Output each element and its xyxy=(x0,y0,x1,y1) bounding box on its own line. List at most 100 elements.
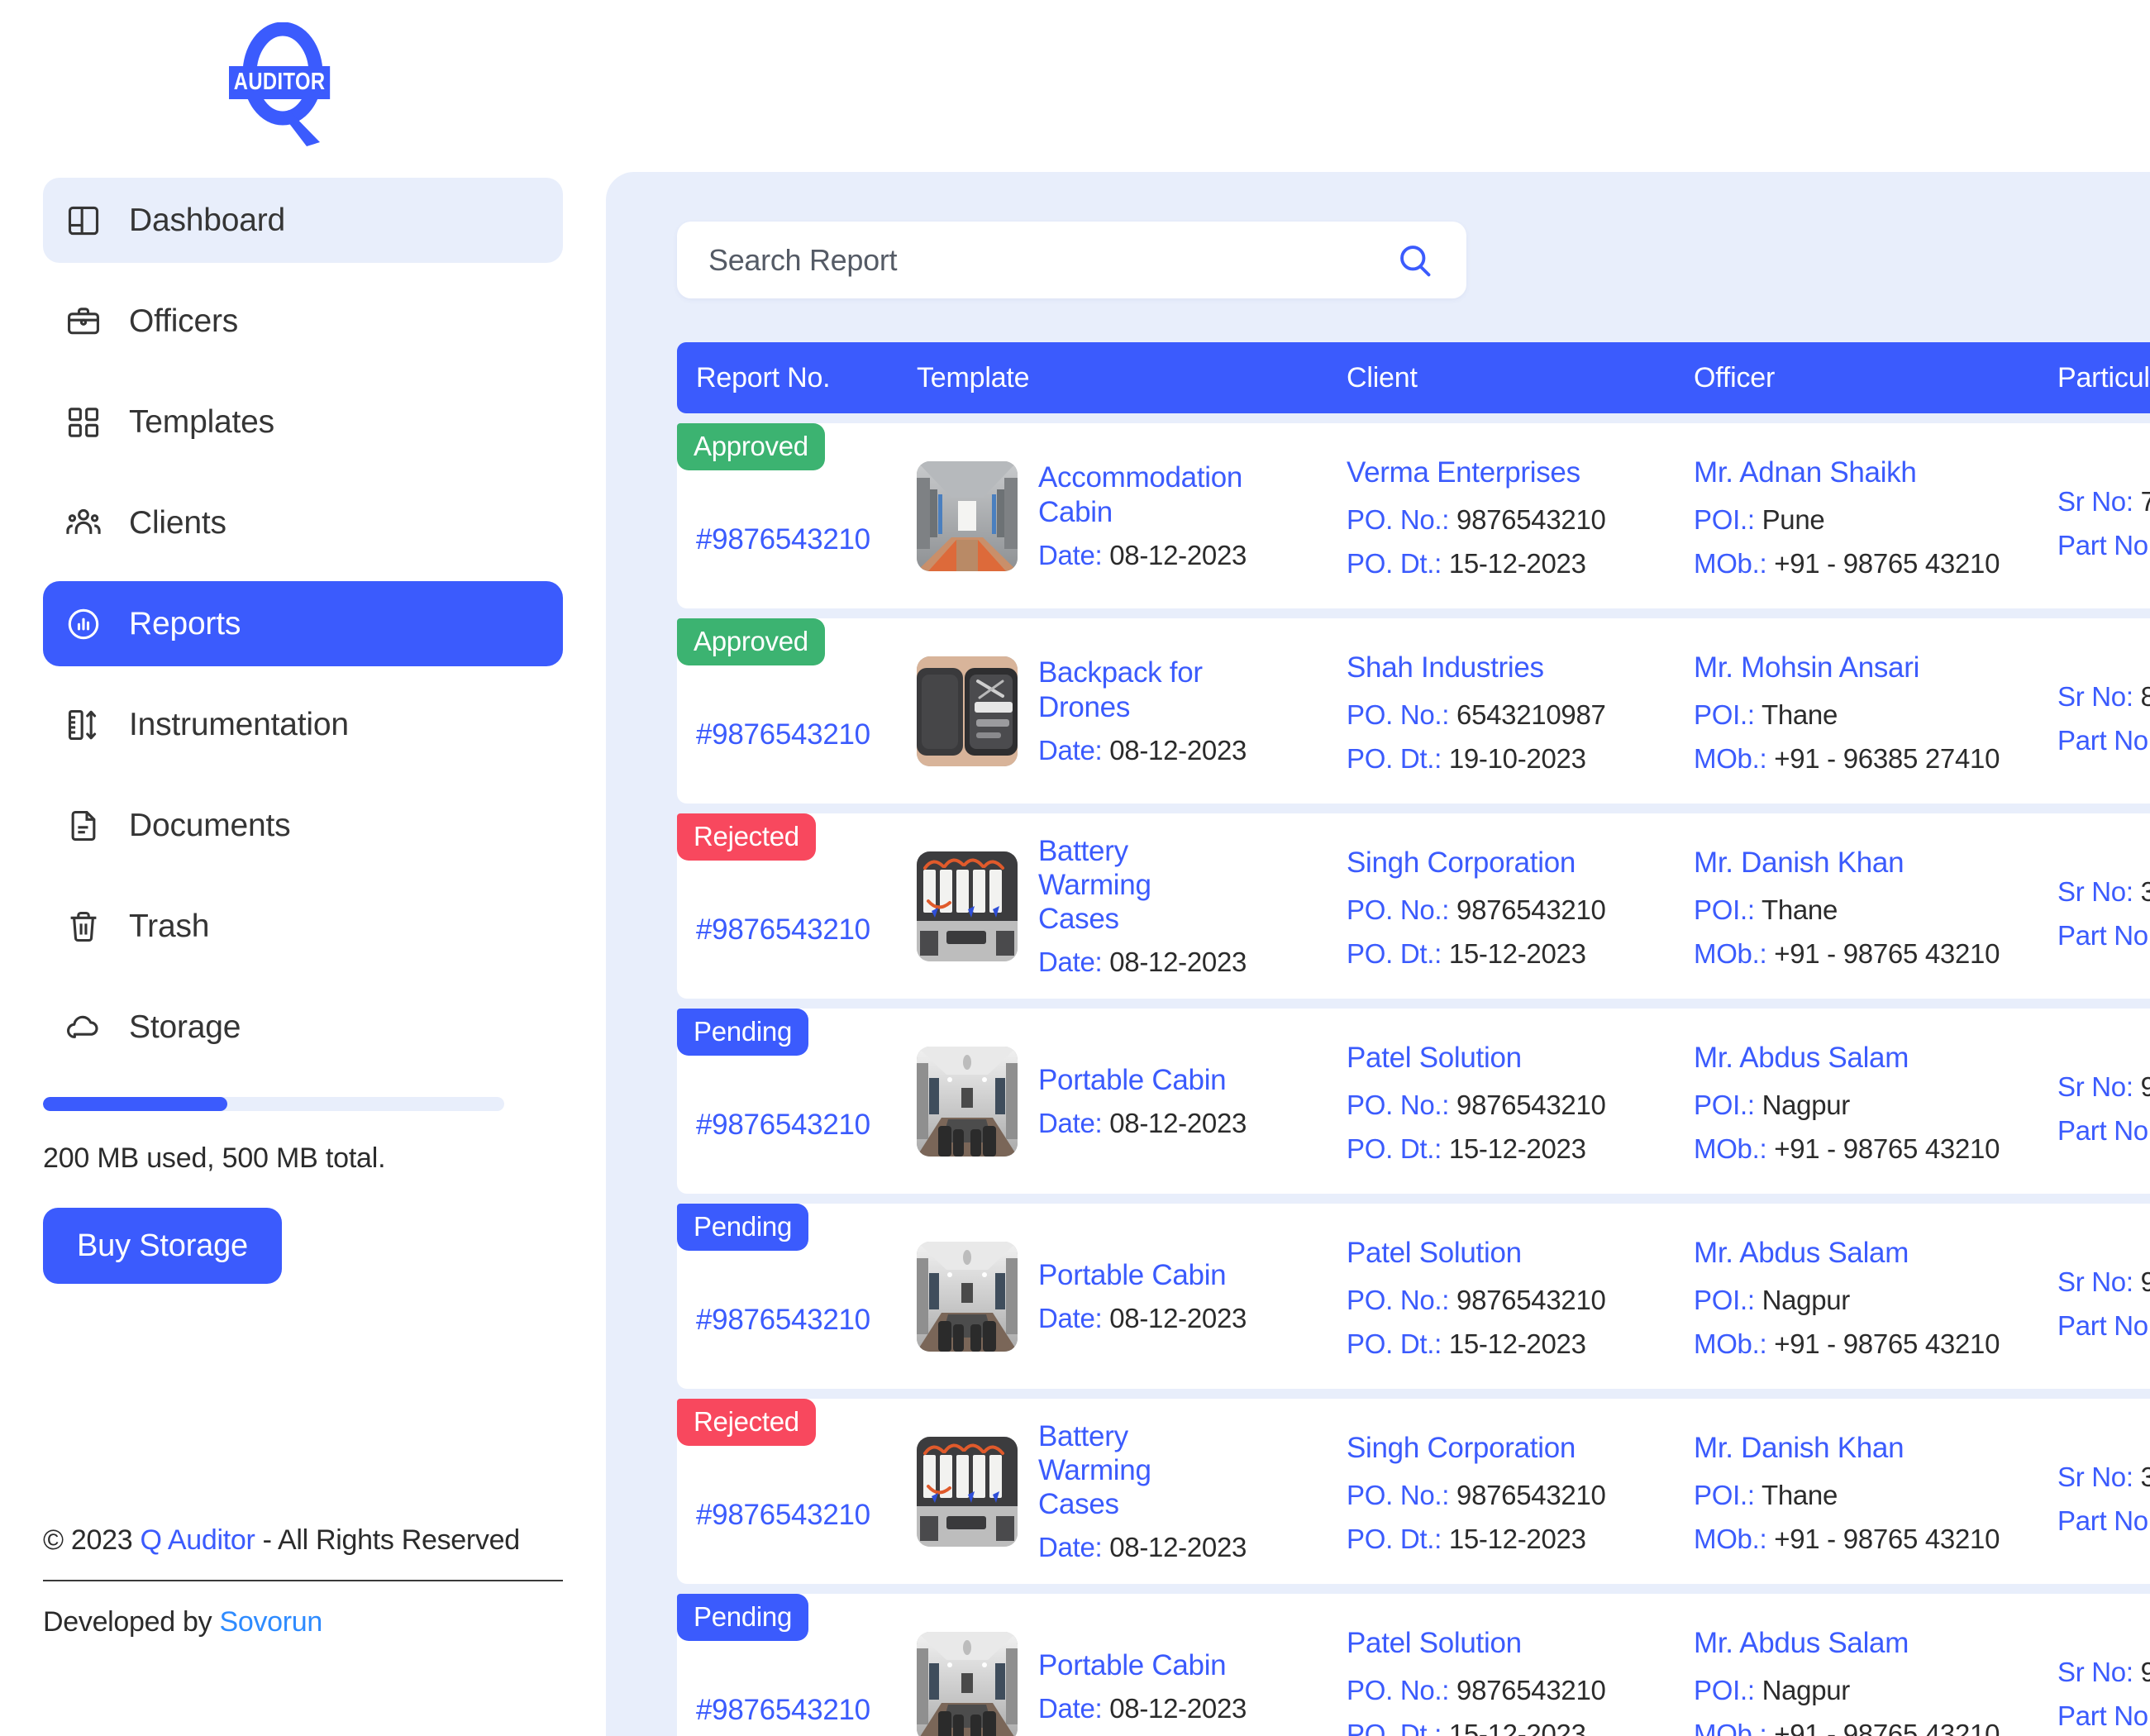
sidebar: AUDITOR Dashboard Officers Templates Client… xyxy=(0,0,606,1736)
app-logo[interactable]: AUDITOR xyxy=(43,0,563,169)
template-name[interactable]: Backpack for Drones xyxy=(1038,656,1228,724)
officer-name[interactable]: Mr. Mohsin Ansari xyxy=(1694,651,2057,684)
report-number[interactable]: #9876543210 xyxy=(696,1109,870,1142)
po-dt-line: PO. Dt.: 15-12-2023 xyxy=(1347,548,1694,579)
mob-line: MOb.: +91 - 98765 43210 xyxy=(1694,1719,2057,1736)
table-row[interactable]: Pending #9876543210 Portable Cabin Date: 08… xyxy=(677,1594,2150,1736)
sidebar-item-storage[interactable]: Storage xyxy=(43,985,563,1070)
search-bar[interactable] xyxy=(677,222,1466,298)
table-row[interactable]: Pending #9876543210 Portable Cabin Date: 08… xyxy=(677,1009,2150,1194)
report-number[interactable]: #9876543210 xyxy=(696,523,870,556)
client-name[interactable]: Singh Corporation xyxy=(1347,847,1694,880)
sidebar-item-clients[interactable]: Clients xyxy=(43,480,563,565)
date-value: 08-12-2023 xyxy=(1109,1532,1247,1563)
briefcase-icon xyxy=(65,303,102,340)
poi-label: POI.: xyxy=(1694,503,1755,535)
client-name[interactable]: Patel Solution xyxy=(1347,1627,1694,1660)
sr-no-value: 741 xyxy=(2140,485,2150,517)
cell-template: Portable Cabin Date: 08-12-2023 xyxy=(917,1594,1347,1736)
po-dt-line: PO. Dt.: 15-12-2023 xyxy=(1347,1524,1694,1555)
mob-line: MOb.: +91 - 98765 43210 xyxy=(1694,1524,2057,1555)
po-no-line: PO. No.: 9876543210 xyxy=(1347,1285,1694,1316)
sidebar-item-documents[interactable]: Documents xyxy=(43,783,563,868)
report-number[interactable]: #9876543210 xyxy=(696,1694,870,1727)
officer-name[interactable]: Mr. Abdus Salam xyxy=(1694,1627,2057,1660)
officer-name[interactable]: Mr. Abdus Salam xyxy=(1694,1042,2057,1075)
table-row[interactable]: Rejected #9876543210 Battery Warming Cases… xyxy=(677,813,2150,999)
client-name[interactable]: Patel Solution xyxy=(1347,1237,1694,1270)
officer-name[interactable]: Mr. Abdus Salam xyxy=(1694,1237,2057,1270)
template-thumbnail xyxy=(917,1436,1018,1547)
date-value: 08-12-2023 xyxy=(1109,734,1247,765)
search-icon[interactable] xyxy=(1394,239,1437,282)
template-name[interactable]: Accommodation Cabin xyxy=(1038,460,1242,529)
cell-particulars: Sr No: 852 Part No.: 5 xyxy=(2057,618,2150,804)
storage-usage-text: 200 MB used, 500 MB total. xyxy=(43,1142,386,1174)
sidebar-item-dashboard[interactable]: Dashboard xyxy=(43,178,563,263)
poi-line: POI.: Nagpur xyxy=(1694,1675,2057,1706)
trash-icon xyxy=(65,909,102,945)
storage-progress-bar xyxy=(43,1097,504,1111)
sidebar-item-label: Templates xyxy=(129,403,274,440)
report-number[interactable]: #9876543210 xyxy=(696,1304,870,1337)
client-name[interactable]: Patel Solution xyxy=(1347,1042,1694,1075)
officer-name[interactable]: Mr. Danish Khan xyxy=(1694,847,2057,880)
sidebar-item-templates[interactable]: Templates xyxy=(43,379,563,465)
document-icon xyxy=(65,808,102,844)
part-no-label: Part No.: xyxy=(2057,529,2150,560)
table-row[interactable]: Pending #9876543210 Portable Cabin Date: 08… xyxy=(677,1204,2150,1389)
date-value: 08-12-2023 xyxy=(1109,947,1247,978)
report-number[interactable]: #9876543210 xyxy=(696,1499,870,1532)
column-header-report-no: Report No. xyxy=(696,361,831,393)
report-number[interactable]: #9876543210 xyxy=(696,913,870,947)
po-no-line: PO. No.: 9876543210 xyxy=(1347,1675,1694,1706)
table-row[interactable]: Approved #9876543210 Accommodation Cabin Da… xyxy=(677,423,2150,608)
sidebar-nav: Dashboard Officers Templates Clients Reports… xyxy=(43,178,563,1085)
poi-label: POI.: xyxy=(1694,1284,1755,1315)
vendor-link[interactable]: Sovorun xyxy=(219,1606,322,1638)
mob-label: MOb.: xyxy=(1694,742,1767,774)
cell-particulars: Sr No: 951 Part No.: 5 xyxy=(2057,1204,2150,1389)
sr-no-line: Sr No: 951 xyxy=(2057,1266,2150,1298)
template-name[interactable]: Battery Warming Cases xyxy=(1038,834,1228,937)
cell-particulars: Sr No: 321 Part No.: 5 xyxy=(2057,813,2150,999)
status-badge: Pending xyxy=(677,1204,809,1251)
buy-storage-button[interactable]: Buy Storage xyxy=(43,1208,282,1284)
po-dt-value: 15-12-2023 xyxy=(1448,937,1586,969)
po-no-value: 9876543210 xyxy=(1456,894,1606,925)
cell-officer: Mr. Danish Khan POI.: Thane MOb.: +91 - 98… xyxy=(1694,1399,2057,1584)
sidebar-item-trash[interactable]: Trash xyxy=(43,884,563,969)
sidebar-item-label: Reports xyxy=(129,605,241,641)
template-name[interactable]: Portable Cabin xyxy=(1038,1648,1228,1682)
report-number[interactable]: #9876543210 xyxy=(696,718,870,751)
template-name[interactable]: Battery Warming Cases xyxy=(1038,1419,1228,1522)
template-name[interactable]: Portable Cabin xyxy=(1038,1063,1228,1097)
client-name[interactable]: Shah Industries xyxy=(1347,651,1694,684)
po-no-label: PO. No.: xyxy=(1347,699,1450,730)
sidebar-item-reports[interactable]: Reports xyxy=(43,581,563,666)
search-input[interactable] xyxy=(708,242,1394,278)
date-label: Date: xyxy=(1038,539,1103,570)
po-dt-value: 15-12-2023 xyxy=(1448,1718,1586,1736)
cell-report-no: Approved #9876543210 xyxy=(677,423,917,608)
cell-client: Patel Solution PO. No.: 9876543210 PO. Dt.… xyxy=(1347,1594,1694,1736)
client-name[interactable]: Singh Corporation xyxy=(1347,1432,1694,1465)
sidebar-item-label: Officers xyxy=(129,303,239,339)
sr-no-label: Sr No: xyxy=(2057,485,2133,517)
brand-link[interactable]: Q Auditor xyxy=(140,1524,255,1556)
mob-label: MOb.: xyxy=(1694,1718,1767,1736)
po-dt-line: PO. Dt.: 15-12-2023 xyxy=(1347,1719,1694,1736)
part-no-label: Part No.: xyxy=(2057,1700,2150,1731)
table-row[interactable]: Approved #9876543210 Backpack for Drones Da… xyxy=(677,618,2150,804)
part-no-label: Part No.: xyxy=(2057,919,2150,951)
cell-template: Backpack for Drones Date: 08-12-2023 xyxy=(917,618,1347,804)
sidebar-item-instrumentation[interactable]: Instrumentation xyxy=(43,682,563,767)
officer-name[interactable]: Mr. Danish Khan xyxy=(1694,1432,2057,1465)
template-name[interactable]: Portable Cabin xyxy=(1038,1258,1228,1292)
sidebar-item-officers[interactable]: Officers xyxy=(43,279,563,364)
client-name[interactable]: Verma Enterprises xyxy=(1347,456,1694,489)
po-no-label: PO. No.: xyxy=(1347,1479,1450,1510)
officer-name[interactable]: Mr. Adnan Shaikh xyxy=(1694,456,2057,489)
table-row[interactable]: Rejected #9876543210 Battery Warming Cases… xyxy=(677,1399,2150,1584)
footer-divider xyxy=(43,1580,563,1581)
